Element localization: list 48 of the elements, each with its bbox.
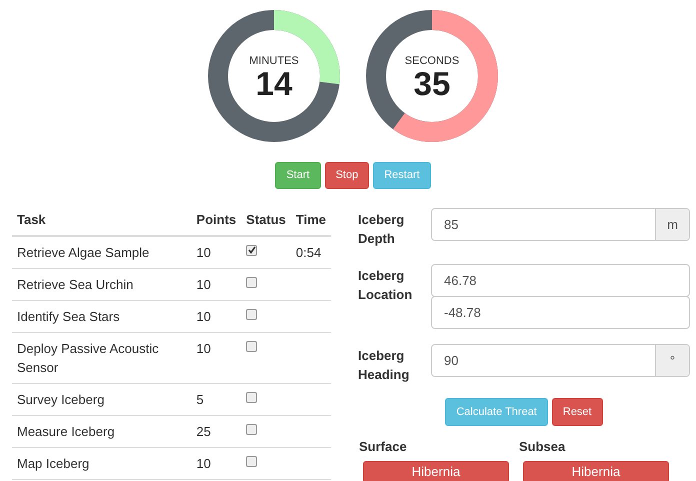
task-name: Measure Iceberg xyxy=(17,424,115,438)
timer-button[interactable]: Restart xyxy=(373,162,431,189)
time-value: 0:54 xyxy=(296,244,322,260)
status-checkbox[interactable] xyxy=(246,340,258,352)
points-value: 10 xyxy=(196,276,211,292)
status-checkbox[interactable] xyxy=(246,276,258,288)
task-name: Retrieve Sea Urchin xyxy=(17,276,134,292)
points-value: 10 xyxy=(196,340,211,356)
points-value: 10 xyxy=(196,244,211,260)
input-field[interactable]: 46.78 xyxy=(431,264,690,297)
status-checkbox[interactable] xyxy=(246,456,258,466)
input-addon: m xyxy=(655,209,689,240)
gauge-label: SECONDS xyxy=(404,56,460,67)
column-header: Task xyxy=(17,212,46,227)
result-button[interactable]: Hibernia xyxy=(363,460,509,481)
status-checkbox[interactable] xyxy=(246,392,258,402)
task-name: Retrieve Algae Sample xyxy=(17,244,150,260)
column-header: Points xyxy=(196,212,236,227)
points-value: 5 xyxy=(196,392,204,406)
result-button[interactable]: Hibernia xyxy=(523,460,669,481)
gauge-value: 35 xyxy=(414,67,450,100)
result-heading: Surface xyxy=(359,438,408,456)
form-button[interactable]: Calculate Threat xyxy=(445,398,548,426)
timer-button[interactable]: Stop xyxy=(324,162,370,189)
timer-button[interactable]: Start xyxy=(275,162,321,189)
input-addon: ° xyxy=(655,345,689,376)
points-value: 25 xyxy=(196,424,211,438)
field-label: Iceberg Location xyxy=(358,267,414,304)
field-label: Iceberg Depth xyxy=(358,211,406,248)
task-name: Map Iceberg xyxy=(17,456,90,470)
column-header: Status xyxy=(246,212,286,227)
input-field[interactable]: 90 ° xyxy=(431,344,690,377)
form-button[interactable]: Reset xyxy=(552,398,603,426)
task-name: Survey Iceberg xyxy=(17,392,104,406)
status-checkbox[interactable] xyxy=(246,244,258,256)
gauge-label: MINUTES xyxy=(249,56,299,67)
status-checkbox[interactable] xyxy=(246,424,258,434)
task-name: Deploy Passive Acoustic Sensor xyxy=(17,340,159,374)
input-field[interactable]: -48.78 xyxy=(431,296,690,329)
task-name: Identify Sea Stars xyxy=(17,308,120,324)
column-header: Time xyxy=(296,212,326,227)
gauge-value: 14 xyxy=(256,67,292,100)
points-value: 10 xyxy=(196,308,211,324)
input-field[interactable]: 85 m xyxy=(431,208,690,241)
field-label: Iceberg Heading xyxy=(358,347,410,384)
points-value: 10 xyxy=(196,456,211,470)
status-checkbox[interactable] xyxy=(246,308,258,320)
result-heading: Subsea xyxy=(519,438,566,456)
